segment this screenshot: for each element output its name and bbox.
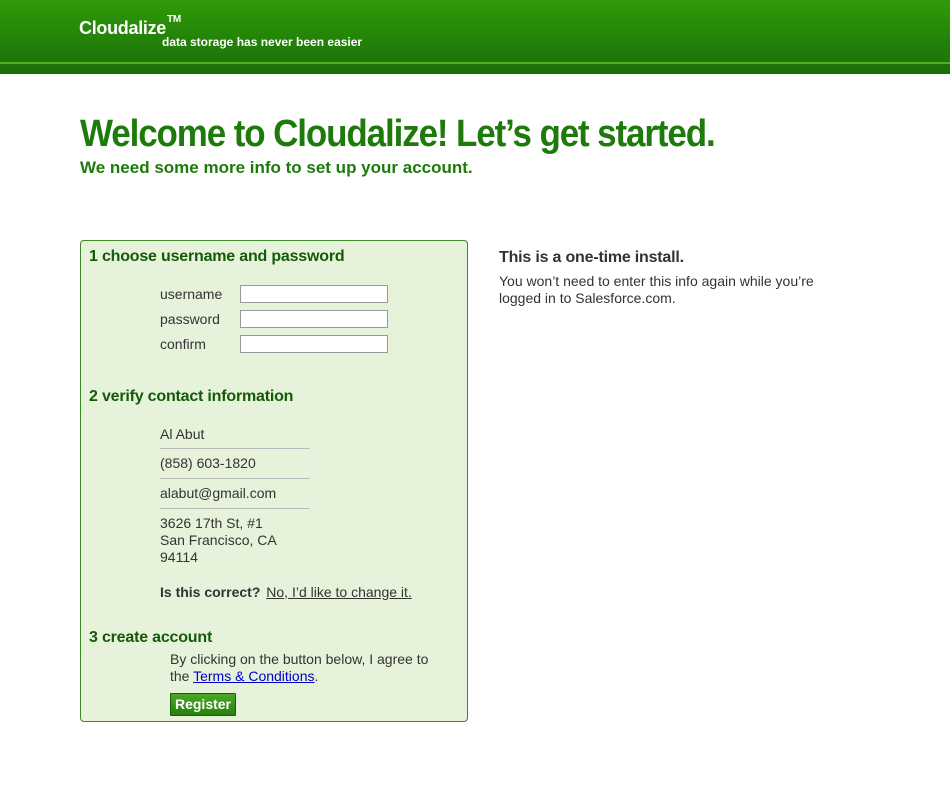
contact-address: 3626 17th St, #1 San Francisco, CA 94114 [160, 515, 277, 566]
divider [160, 508, 310, 509]
agree-period: . [314, 668, 319, 684]
change-info-link[interactable]: No, I’d like to change it. [266, 584, 412, 600]
brand-tagline: data storage has never been easier [162, 35, 363, 49]
signup-form-panel: 1 choose username and password username … [80, 240, 468, 722]
register-button[interactable]: Register [170, 693, 236, 716]
brand-name: Cloudalize [79, 18, 167, 38]
divider [160, 448, 310, 449]
username-label: username [160, 286, 223, 302]
confirm-question: Is this correct? [160, 584, 261, 600]
trademark: TM [167, 14, 181, 25]
terms-agreement-text: By clicking on the button below, I agree… [170, 651, 440, 685]
address-line-2: San Francisco, CA [160, 532, 277, 548]
app-header: CloudalizeTM data storage has never been… [0, 0, 950, 74]
install-note-heading: This is a one-time install. [499, 249, 684, 266]
divider [160, 478, 310, 479]
confirm-password-input[interactable] [240, 335, 388, 353]
install-note-text: You won’t need to enter this info again … [499, 273, 814, 306]
address-line-3: 94114 [160, 549, 198, 565]
password-label: password [160, 311, 220, 327]
contact-name: Al Abut [160, 426, 205, 442]
password-input[interactable] [240, 310, 388, 328]
page-title: Welcome to Cloudalize! Let’s get started… [80, 113, 716, 155]
contact-phone: (858) 603-1820 [160, 455, 256, 471]
step1-heading: 1 choose username and password [89, 248, 345, 265]
contact-email: alabut@gmail.com [160, 485, 277, 501]
confirm-info-row: Is this correct? No, I’d like to change … [160, 584, 412, 600]
step3-heading: 3 create account [89, 629, 213, 646]
address-line-1: 3626 17th St, #1 [160, 515, 263, 531]
username-input[interactable] [240, 285, 388, 303]
terms-link[interactable]: Terms & Conditions [193, 668, 314, 684]
header-divider [0, 62, 950, 64]
page-subtitle: We need some more info to set up your ac… [80, 158, 473, 177]
step2-heading: 2 verify contact information [89, 388, 294, 405]
confirm-label: confirm [160, 336, 206, 352]
